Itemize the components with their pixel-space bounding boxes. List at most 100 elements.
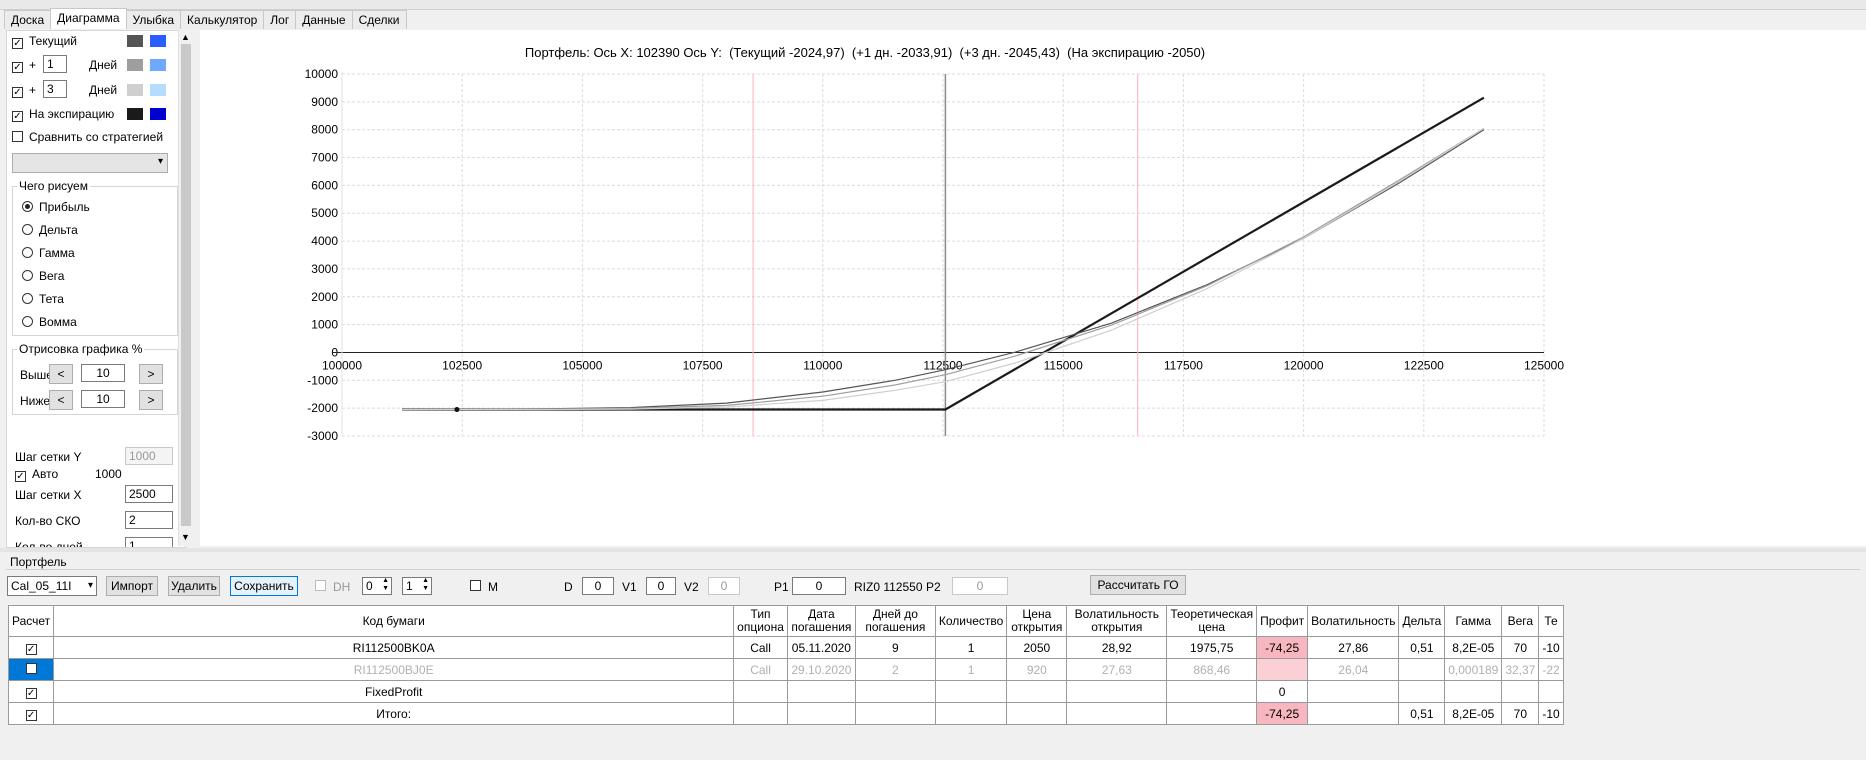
col-header[interactable]: Дельта — [1398, 605, 1446, 637]
expiry-color-b[interactable] — [150, 108, 166, 120]
expiry-label: На экспирацию — [29, 107, 115, 121]
plus1-color-b[interactable] — [150, 59, 166, 71]
radio-gamma[interactable] — [22, 247, 33, 261]
x-tick-label: 102500 — [442, 358, 482, 372]
col-header[interactable]: Расчет — [7, 605, 55, 637]
radio-profit[interactable] — [22, 201, 33, 215]
current-color-b[interactable] — [150, 35, 166, 47]
cell-vol: 27,86 — [1307, 636, 1400, 659]
save-button[interactable]: Сохранить — [230, 576, 298, 596]
plus3-checkbox[interactable]: ✓ — [12, 84, 23, 98]
tab-deals[interactable]: Сделки — [351, 10, 407, 29]
plus1-checkbox[interactable]: ✓ — [12, 59, 23, 73]
settings-scrollbar[interactable]: ▲ ▼ — [178, 30, 193, 546]
spin1-input[interactable]: 0 ▲ ▼ — [362, 577, 392, 595]
scroll-up-icon[interactable]: ▲ — [181, 32, 190, 42]
col-header[interactable]: Те — [1538, 605, 1564, 637]
plus3-days-input[interactable]: 3 — [43, 80, 67, 98]
above-decrease-button[interactable]: < — [49, 364, 73, 384]
import-button[interactable]: Импорт — [106, 576, 158, 596]
tab-log[interactable]: Лог — [263, 10, 297, 29]
p2-input[interactable]: 0 — [952, 577, 1008, 595]
scroll-down-icon[interactable]: ▼ — [181, 532, 190, 542]
row-calc-checkbox[interactable] — [7, 658, 55, 681]
radio-vomma[interactable] — [22, 316, 33, 330]
table-row[interactable]: ✓ Итого: -74,25 0,51 8,2E-05 70 -10 — [7, 702, 1564, 725]
plus1-days-input[interactable]: 1 — [43, 55, 67, 73]
plus3-color-b[interactable] — [150, 84, 166, 96]
radio-delta[interactable] — [22, 224, 33, 238]
table-row[interactable]: ✓ RI112500BK0A Call 05.11.2020 9 1 2050 … — [7, 636, 1564, 659]
cell-profit: -74,25 — [1256, 702, 1309, 725]
cell-profit — [1256, 658, 1309, 681]
above-input[interactable]: 10 — [81, 364, 125, 382]
row-calc-checkbox[interactable]: ✓ — [7, 702, 55, 725]
spin2-input[interactable]: 1 ▲ ▼ — [402, 577, 432, 595]
m-checkbox[interactable] — [470, 580, 481, 594]
spin1-value: 0 — [366, 579, 373, 593]
expiry-color-a[interactable] — [127, 108, 143, 120]
spin2-arrows-icon[interactable]: ▲ ▼ — [422, 577, 429, 593]
plus3-color-a[interactable] — [127, 84, 143, 96]
delete-button[interactable]: Удалить — [168, 576, 220, 596]
ri-label: RIZ0 112550 — [854, 580, 923, 594]
tab-smile[interactable]: Улыбка — [125, 10, 182, 29]
above-increase-button[interactable]: > — [139, 364, 163, 384]
d-input[interactable]: 0 — [582, 577, 614, 595]
cell-delta: 0,51 — [1398, 702, 1446, 725]
radio-theta[interactable] — [22, 293, 33, 307]
tab-calculator[interactable]: Калькулятор — [180, 10, 265, 29]
x-tick-label: 105000 — [562, 358, 602, 372]
col-header[interactable]: Код бумаги — [53, 605, 735, 637]
portfolio-select[interactable]: Cal_05_11I ▾ — [7, 576, 97, 596]
col-header[interactable]: Цена открытия — [1006, 605, 1068, 637]
tab-data[interactable]: Данные — [295, 10, 353, 29]
current-checkbox[interactable]: ✓ — [12, 35, 23, 49]
spin2-value: 1 — [406, 579, 413, 593]
cell-gamma: 8,2E-05 — [1444, 636, 1503, 659]
current-color-a[interactable] — [127, 35, 143, 47]
col-header[interactable]: Волатильность — [1307, 605, 1400, 637]
spin1-arrows-icon[interactable]: ▲ ▼ — [382, 577, 389, 593]
sko-label: Кол-во СКО — [15, 514, 81, 528]
col-header[interactable]: Дата погашения — [786, 605, 856, 637]
scroll-thumb[interactable] — [181, 44, 191, 526]
sko-input[interactable]: 2 — [125, 511, 173, 529]
profit-chart[interactable]: 100000 102500 105000 107500 110000 112500 1150… — [200, 30, 1866, 546]
grid-y-input[interactable]: 1000 — [125, 447, 173, 465]
col-header[interactable]: Тип опциона — [733, 605, 788, 637]
below-decrease-button[interactable]: < — [49, 390, 73, 410]
v2-input[interactable]: 0 — [708, 577, 740, 595]
tab-diagram[interactable]: Диаграмма — [50, 8, 127, 29]
auto-checkbox[interactable]: ✓ — [15, 468, 26, 482]
cell-open-vol: 28,92 — [1066, 636, 1168, 659]
table-row[interactable]: RI112500BJ0E Call 29.10.2020 2 1 920 27,… — [7, 658, 1564, 681]
expiry-checkbox[interactable]: ✓ — [12, 108, 23, 122]
grid-x-input[interactable]: 2500 — [125, 485, 173, 503]
below-input[interactable]: 10 — [81, 390, 125, 408]
row-calc-checkbox[interactable]: ✓ — [7, 636, 55, 659]
col-header[interactable]: Волатильность открытия — [1066, 605, 1168, 637]
main-tabs: Доска Диаграмма Улыбка Калькулятор Лог Д… — [4, 8, 407, 30]
row-calc-checkbox[interactable]: ✓ — [7, 680, 55, 703]
col-header[interactable]: Гамма — [1444, 605, 1503, 637]
dh-checkbox[interactable] — [315, 580, 326, 594]
v1-input[interactable]: 0 — [646, 577, 676, 595]
radio-vega[interactable] — [22, 270, 33, 284]
col-header[interactable]: Теоретическая цена — [1166, 605, 1258, 637]
col-header[interactable]: Дней до погашения — [854, 605, 936, 637]
days-count-input[interactable]: 1 — [125, 537, 173, 547]
y-tick-label: 10000 — [305, 67, 339, 81]
col-header[interactable]: Количество — [934, 605, 1008, 637]
col-header[interactable]: Профит — [1256, 605, 1309, 637]
plus1-color-a[interactable] — [127, 59, 143, 71]
below-increase-button[interactable]: > — [139, 390, 163, 410]
p1-input[interactable]: 0 — [792, 577, 846, 595]
table-row[interactable]: ✓ FixedProfit 0 — [7, 680, 1564, 703]
col-header[interactable]: Вега — [1501, 605, 1540, 637]
calc-go-button[interactable]: Рассчитать ГО — [1090, 575, 1186, 595]
cell-date — [786, 680, 856, 703]
tab-board[interactable]: Доска — [4, 10, 52, 29]
compare-checkbox[interactable] — [12, 131, 23, 145]
strategy-select[interactable]: ▾ — [12, 153, 168, 173]
